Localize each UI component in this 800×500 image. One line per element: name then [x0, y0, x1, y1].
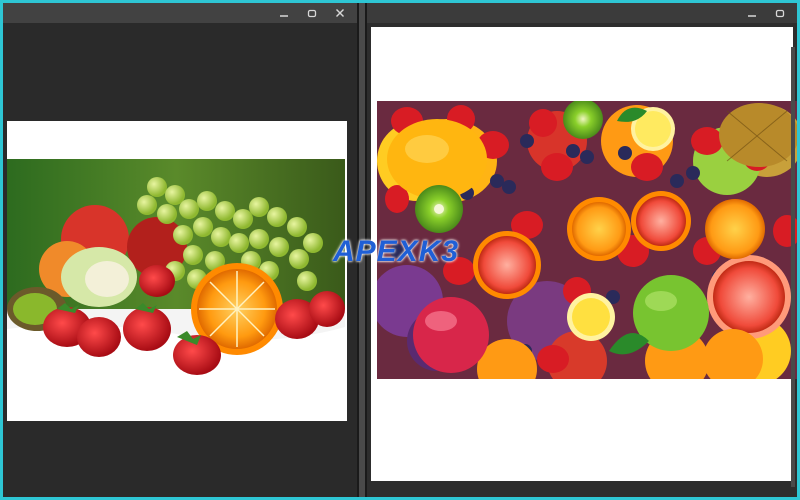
right-window-titlebar[interactable]	[367, 3, 797, 23]
left-document-window[interactable]	[3, 3, 359, 497]
app-frame: APEXK3	[3, 3, 797, 497]
close-icon[interactable]	[333, 6, 347, 20]
left-document-canvas[interactable]	[7, 121, 347, 421]
fruit-photo-right	[377, 101, 797, 379]
left-canvas-area[interactable]	[3, 23, 357, 497]
left-window-titlebar[interactable]	[3, 3, 357, 23]
fruit-photo-left	[7, 159, 345, 381]
right-document-canvas[interactable]	[371, 27, 797, 481]
minimize-icon[interactable]	[277, 6, 291, 20]
right-canvas-scrollbar[interactable]	[791, 47, 795, 487]
right-document-window[interactable]	[365, 3, 797, 497]
right-canvas-area[interactable]	[367, 23, 797, 497]
minimize-icon[interactable]	[745, 6, 759, 20]
restore-icon[interactable]	[773, 6, 787, 20]
restore-icon[interactable]	[305, 6, 319, 20]
